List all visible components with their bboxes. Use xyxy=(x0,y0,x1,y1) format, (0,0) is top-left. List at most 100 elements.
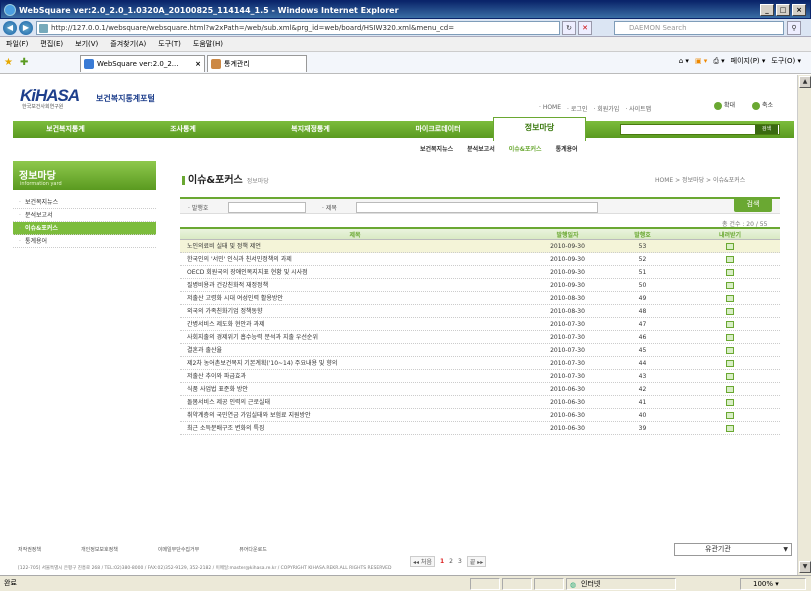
related-sites-select[interactable]: 유관기관 ▼ xyxy=(674,543,792,556)
hwp-file-icon[interactable] xyxy=(726,269,734,276)
hwp-file-icon[interactable] xyxy=(726,295,734,302)
page-menu[interactable]: 페이지(P) ▾ xyxy=(731,56,766,66)
tab-stats[interactable]: 통계관리 xyxy=(207,55,307,72)
menu-help[interactable]: 도움말(H) xyxy=(193,39,223,49)
url-input[interactable]: http://127.0.0.1/websquare/websquare.htm… xyxy=(36,21,560,35)
hwp-file-icon[interactable] xyxy=(726,399,734,406)
table-row[interactable]: 질병비용과 건강친화적 재정정책 2010-09-30 50 xyxy=(180,279,780,292)
search-input[interactable]: DAEMON Search xyxy=(614,21,784,35)
hwp-file-icon[interactable] xyxy=(726,425,734,432)
hwp-file-icon[interactable] xyxy=(726,373,734,380)
issue-no-input[interactable] xyxy=(228,202,306,213)
lnb-item-news[interactable]: 보건복지뉴스 xyxy=(13,196,156,209)
minimize-button[interactable]: _ xyxy=(760,4,774,16)
row-title[interactable]: 돌봄서비스 제공 인력의 근로실태 xyxy=(180,396,530,408)
hwp-file-icon[interactable] xyxy=(726,347,734,354)
favorites-star-icon[interactable]: ★ xyxy=(4,57,13,68)
scroll-down-icon[interactable]: ▼ xyxy=(799,561,811,573)
util-join[interactable]: · 회원가입 xyxy=(593,104,619,113)
gnb-survey-stats[interactable]: 조사통계 xyxy=(118,121,248,138)
hwp-file-icon[interactable] xyxy=(726,360,734,367)
back-icon[interactable]: ◀ xyxy=(3,21,17,35)
hwp-file-icon[interactable] xyxy=(726,321,734,328)
menu-file[interactable]: 파일(F) xyxy=(6,39,28,49)
tools-menu[interactable]: 도구(O) ▾ xyxy=(771,56,801,66)
search-icon[interactable]: ⚲ xyxy=(787,21,801,35)
menu-tools[interactable]: 도구(T) xyxy=(158,39,181,49)
row-title[interactable]: 한국인의 '서민' 인식과 친서민정책의 과제 xyxy=(180,253,530,265)
gnb-health-stats[interactable]: 보건복지통계 xyxy=(13,121,118,138)
row-title[interactable]: 노인의료비 실태 및 정책 제언 xyxy=(180,240,530,252)
row-title[interactable]: 질병비용과 건강친화적 재정정책 xyxy=(180,279,530,291)
table-row[interactable]: 간병서비스 제도화 현안과 과제 2010-07-30 47 xyxy=(180,318,780,331)
table-row[interactable]: 저출산 추이와 파급효과 2010-07-30 43 xyxy=(180,370,780,383)
zoom-out-button[interactable]: 축소 xyxy=(752,101,773,111)
subnav-reports[interactable]: 분석보고서 xyxy=(467,144,495,153)
row-title[interactable]: 최근 소득분배구조 변화의 특징 xyxy=(180,422,530,434)
lnb-item-issue-focus[interactable]: 이슈&포커스 xyxy=(13,222,156,235)
title-input[interactable] xyxy=(356,202,598,213)
footer-privacy-link[interactable]: 개인정보보호정책 xyxy=(81,546,118,553)
hwp-file-icon[interactable] xyxy=(726,243,734,250)
global-search-button[interactable]: 검색 xyxy=(755,125,778,134)
page-2[interactable]: 2 xyxy=(449,558,453,565)
hwp-file-icon[interactable] xyxy=(726,386,734,393)
footer-copyright-link[interactable]: 저작권정책 xyxy=(18,546,41,553)
tab-websquare[interactable]: WebSquare ver:2.0_2... × xyxy=(80,55,205,72)
subnav-terms[interactable]: 통계용어 xyxy=(556,144,578,153)
page-3[interactable]: 3 xyxy=(458,558,462,565)
row-title[interactable]: OECD 회원국의 장애인복지지표 현황 및 시사점 xyxy=(180,266,530,278)
zoom-level[interactable]: 100% ▾ xyxy=(740,578,806,590)
page-1[interactable]: 1 xyxy=(440,558,444,565)
row-title[interactable]: 결혼과 출산율 xyxy=(180,344,530,356)
row-title[interactable]: 저출산 추이와 파급효과 xyxy=(180,370,530,382)
table-row[interactable]: 제2차 농어촌보건복지 기본계획('10~14) 주요내용 및 향의 2010-0… xyxy=(180,357,780,370)
hwp-file-icon[interactable] xyxy=(726,334,734,341)
gnb-microdata[interactable]: 마이크로데이터 xyxy=(373,121,503,138)
row-title[interactable]: 식품 사업법 표준화 방안 xyxy=(180,383,530,395)
table-row[interactable]: OECD 회원국의 장애인복지지표 현황 및 시사점 2010-09-30 51 xyxy=(180,266,780,279)
zoom-in-button[interactable]: 확대 xyxy=(714,101,735,111)
row-title[interactable]: 사회지출의 경제위기 흡수능력 분석과 지출 우선순위 xyxy=(180,331,530,343)
add-favorite-icon[interactable]: ✚ xyxy=(20,57,28,68)
feed-icon[interactable]: ▣ ▾ xyxy=(695,57,707,65)
util-login[interactable]: · 로그인 xyxy=(567,104,587,113)
close-button[interactable]: × xyxy=(792,4,806,16)
util-home[interactable]: · HOME xyxy=(539,104,561,113)
row-title[interactable]: 간병서비스 제도화 현안과 과제 xyxy=(180,318,530,330)
hwp-file-icon[interactable] xyxy=(726,256,734,263)
search-button[interactable]: 검색 xyxy=(734,197,772,212)
row-title[interactable]: 제2차 농어촌보건복지 기본계획('10~14) 주요내용 및 향의 xyxy=(180,357,530,369)
page-first[interactable]: ◂◂ 처음 xyxy=(410,556,435,567)
row-title[interactable]: 외국의 가족친화기업 정책동향 xyxy=(180,305,530,317)
scroll-up-icon[interactable]: ▲ xyxy=(799,76,811,88)
table-row[interactable]: 한국인의 '서민' 인식과 친서민정책의 과제 2010-09-30 52 xyxy=(180,253,780,266)
table-row[interactable]: 외국의 가족친화기업 정책동향 2010-08-30 48 xyxy=(180,305,780,318)
footer-email-link[interactable]: 이메일무단수집거부 xyxy=(158,546,199,553)
stop-icon[interactable]: ✕ xyxy=(578,21,592,35)
footer-viewer-link[interactable]: 뷰어다운로드 xyxy=(239,546,267,553)
table-row[interactable]: 저출산 고령화 시대 여성인력 활용방안 2010-08-30 49 xyxy=(180,292,780,305)
lnb-item-reports[interactable]: 분석보고서 xyxy=(13,209,156,222)
menu-view[interactable]: 보기(V) xyxy=(75,39,98,49)
maximize-button[interactable]: □ xyxy=(776,4,790,16)
table-row[interactable]: 사회지출의 경제위기 흡수능력 분석과 지출 우선순위 2010-07-30 46 xyxy=(180,331,780,344)
hwp-file-icon[interactable] xyxy=(726,282,734,289)
util-sitemap[interactable]: · 사이트맵 xyxy=(625,104,651,113)
subnav-issue-focus[interactable]: 이슈&포커스 xyxy=(509,144,542,153)
vertical-scrollbar[interactable]: ▲ ▼ xyxy=(797,75,811,575)
table-row[interactable]: 취약계층의 국민연금 가입실태와 보험료 지원방안 2010-06-30 40 xyxy=(180,409,780,422)
gnb-info-yard[interactable]: 정보마당 xyxy=(493,117,586,141)
table-row[interactable]: 결혼과 출산율 2010-07-30 45 xyxy=(180,344,780,357)
table-row[interactable]: 최근 소득분배구조 변화의 특징 2010-06-30 39 xyxy=(180,422,780,435)
row-title[interactable]: 저출산 고령화 시대 여성인력 활용방안 xyxy=(180,292,530,304)
hwp-file-icon[interactable] xyxy=(726,308,734,315)
refresh-icon[interactable]: ↻ xyxy=(562,21,576,35)
row-title[interactable]: 취약계층의 국민연금 가입실태와 보험료 지원방안 xyxy=(180,409,530,421)
menu-edit[interactable]: 편집(E) xyxy=(40,39,63,49)
table-row[interactable]: 식품 사업법 표준화 방안 2010-06-30 42 xyxy=(180,383,780,396)
menu-favorites[interactable]: 즐겨찾기(A) xyxy=(110,39,146,49)
gnb-welfare-finance[interactable]: 복지재정통계 xyxy=(248,121,373,138)
lnb-item-terms[interactable]: 통계용어 xyxy=(13,235,156,248)
subnav-news[interactable]: 보건복지뉴스 xyxy=(420,144,453,153)
